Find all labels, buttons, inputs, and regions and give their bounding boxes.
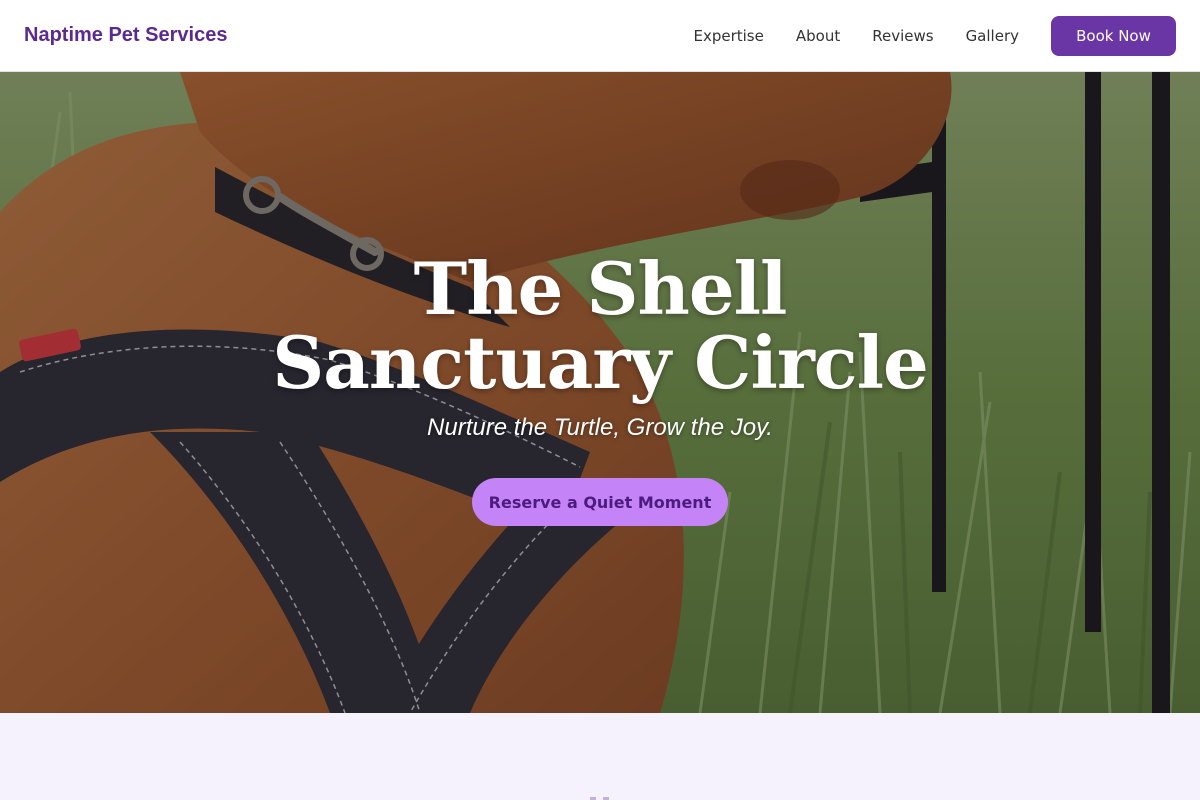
main-nav: Expertise About Reviews Gallery Book Now	[661, 15, 1176, 56]
section-heading-peek	[590, 797, 609, 800]
top-navbar: Naptime Pet Services Expertise About Rev…	[0, 0, 1200, 72]
nav-link-reviews[interactable]: Reviews	[872, 27, 933, 45]
nav-link-gallery[interactable]: Gallery	[966, 27, 1019, 45]
brand-logo-link[interactable]: Naptime Pet Services	[24, 24, 227, 47]
hero-title: The Shell Sanctuary Circle	[272, 246, 929, 405]
reserve-quiet-moment-button[interactable]: Reserve a Quiet Moment	[472, 478, 728, 526]
book-now-button[interactable]: Book Now	[1051, 15, 1176, 56]
nav-link-expertise[interactable]: Expertise	[693, 27, 763, 45]
hero-content: The Shell Sanctuary Circle Nurture the T…	[0, 252, 1200, 526]
next-section	[0, 713, 1200, 800]
hero-section: The Shell Sanctuary Circle Nurture the T…	[0, 72, 1200, 713]
hero-tagline: Nurture the Turtle, Grow the Joy.	[427, 414, 773, 441]
nav-link-about[interactable]: About	[796, 27, 840, 45]
